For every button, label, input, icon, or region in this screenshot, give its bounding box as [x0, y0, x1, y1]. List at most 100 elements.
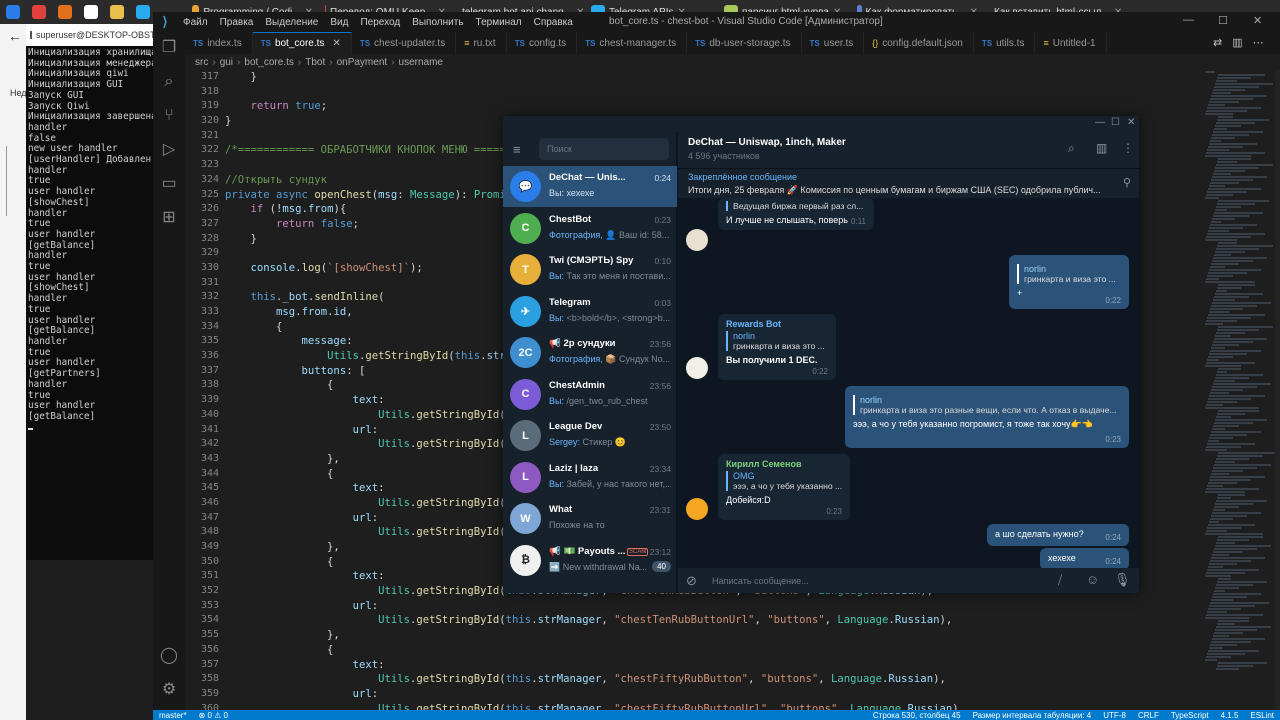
- breadcrumb-item[interactable]: Tbot: [305, 57, 325, 68]
- menu-item[interactable]: Выполнить: [406, 17, 469, 28]
- avatar[interactable]: [686, 498, 708, 520]
- code-token: this: [505, 614, 532, 627]
- breadcrumb-item[interactable]: bot_core.ts: [244, 57, 293, 68]
- app-icon[interactable]: [52, 0, 78, 24]
- message-bubble[interactable]: norlin гринкарта и виза это разные вещи, …: [845, 386, 1129, 448]
- message-bubble[interactable]: а шо сделать нужно? 0:24: [987, 524, 1129, 546]
- status-item[interactable]: Строка 530, столбец 45: [867, 711, 967, 720]
- more-actions-icon[interactable]: ⋯: [1253, 36, 1264, 49]
- status-item[interactable]: master*: [153, 711, 193, 720]
- chat-list-item[interactable]: T Twi (СМЭРТЬ) Spy 0:10 Вы: Так это меня и …: [503, 249, 677, 290]
- editor-tab[interactable]: ≡ Untitled-1: [1035, 32, 1107, 54]
- editor-tab[interactable]: TS utils.ts: [974, 32, 1036, 54]
- terminal-window[interactable]: superuser@DESKTOP-OBSTMP Инициализация х…: [26, 24, 153, 560]
- maximize-icon[interactable]: ☐: [1111, 117, 1120, 128]
- editor-tab[interactable]: TS config.ts: [507, 32, 578, 54]
- minimize-icon[interactable]: —: [1095, 117, 1105, 128]
- compare-icon[interactable]: ⇄: [1213, 36, 1222, 49]
- sidebar-toggle-icon[interactable]: ▥: [1096, 141, 1107, 155]
- editor-tab[interactable]: ≡ ru.txt: [456, 32, 507, 54]
- menu-item[interactable]: Вид: [324, 17, 354, 28]
- explorer-icon[interactable]: ❐: [159, 38, 179, 58]
- menu-item[interactable]: Выделение: [259, 17, 324, 28]
- remote-explorer-icon[interactable]: ▭: [159, 174, 179, 194]
- status-item[interactable]: CRLF: [1132, 711, 1165, 720]
- editor-scrollbar[interactable]: [1275, 70, 1280, 710]
- code-token: Utils: [378, 408, 410, 421]
- menu-item[interactable]: Переход: [354, 17, 406, 28]
- status-item[interactable]: UTF-8: [1097, 711, 1132, 720]
- search-input[interactable]: Поиск: [539, 138, 669, 160]
- minimize-icon[interactable]: —: [1183, 14, 1194, 26]
- editor-tab[interactable]: TS db-user-storage.ts: [687, 32, 802, 54]
- chat-list-item[interactable]: C ChestAdmin 23:56 Вы: /gen_two_rub_chest: [503, 374, 677, 415]
- split-editor-icon[interactable]: ▥: [1232, 36, 1242, 49]
- chat-list-item[interactable]: 2С 📢 2р сундуки 23:56 Фотография, 📦 Сундук …: [503, 332, 677, 373]
- breadcrumb-item[interactable]: username: [399, 57, 443, 68]
- minimap-line: [1211, 137, 1235, 139]
- status-item[interactable]: 4.1.5: [1215, 711, 1245, 720]
- gear-icon[interactable]: ⚙: [159, 680, 179, 700]
- hamburger-menu-icon[interactable]: ≡: [513, 142, 521, 157]
- chat-header[interactable]: DeChat — Uniswap, 1inch, Maker 4 596 уча…: [678, 132, 1139, 168]
- search-icon[interactable]: ⌕: [1068, 141, 1075, 156]
- chat-list-item[interactable]: W What 23:31 Похоже на то: [503, 498, 677, 539]
- close-icon[interactable]: ✕: [332, 38, 340, 49]
- editor-tab[interactable]: TS index.ts: [185, 32, 253, 54]
- run-debug-icon[interactable]: ▷: [159, 140, 179, 160]
- avatar[interactable]: [686, 229, 708, 251]
- message-bubble[interactable]: norlin гринкарта и виза это ... + 0:22: [1009, 255, 1129, 309]
- attach-icon[interactable]: ⊘: [686, 573, 697, 589]
- minimap-line: [1205, 155, 1251, 157]
- message-bubble[interactable]: Кирилл Семенов OMG эээ, а чо у тебя указа…: [718, 454, 850, 520]
- chat-list-item[interactable]: ✈ Telegram 0:03 Вы: <b>bold</b>, <strong>b.…: [503, 291, 677, 332]
- breadcrumb-item[interactable]: onPayment: [337, 57, 388, 68]
- source-control-icon[interactable]: ⑂: [159, 106, 179, 126]
- editor-tab[interactable]: TS bot_core.ts ✕: [252, 32, 352, 54]
- chat-list-item[interactable]: 💬 DeChat — Unis... 0:24 Вы: хехехе: [503, 166, 677, 207]
- editor-tab[interactable]: {} config.default.json: [864, 32, 974, 54]
- minimap[interactable]: [1205, 70, 1275, 710]
- message-input[interactable]: Написать сообщение...: [712, 576, 809, 586]
- menu-item[interactable]: Терминал: [470, 17, 528, 28]
- menu-item[interactable]: Файл: [177, 17, 214, 28]
- more-icon[interactable]: ⋮: [1122, 141, 1134, 155]
- app-icon[interactable]: [104, 0, 130, 24]
- status-bar: master* ⊗ 0 ⚠ 0 Строка 530, столбец 45 Разм…: [153, 710, 1280, 720]
- breadcrumb-item[interactable]: gui: [220, 57, 233, 68]
- chat-list-item[interactable]: C ChestBot 0:23 Фотография, 👤 Ваш id: 58...: [503, 208, 677, 249]
- microphone-icon[interactable]: 🎙: [1114, 572, 1131, 588]
- close-icon[interactable]: ✕: [1127, 117, 1135, 128]
- chat-list-item[interactable]: L League Dev 23:50 Sergey: Стикер 😊: [503, 415, 677, 456]
- maximize-icon[interactable]: ☐: [1218, 14, 1228, 27]
- status-item[interactable]: ESLint: [1244, 711, 1280, 720]
- message-bubble[interactable]: Ведущая биржа первый раз сл... И лучше н…: [718, 198, 874, 230]
- status-item[interactable]: TypeScript: [1165, 711, 1215, 720]
- close-icon[interactable]: ✕: [1253, 14, 1262, 27]
- avatar[interactable]: [686, 357, 708, 379]
- search-icon[interactable]: ⌕: [159, 72, 179, 92]
- app-icon[interactable]: [0, 0, 26, 24]
- bot-commands-icon[interactable]: ⧸: [1058, 573, 1062, 588]
- extensions-icon[interactable]: ⊞: [159, 208, 179, 228]
- status-item[interactable]: ⊗ 0 ⚠ 0: [193, 711, 234, 720]
- chat-list-item[interactable]: ₿ 📢 💵 Payouts ... 23:12 ➡️ New withdrawal N…: [503, 540, 677, 581]
- menu-item[interactable]: Правка: [214, 17, 260, 28]
- message-bubble[interactable]: Rewards Bot norlin гринкарта и виза это .…: [718, 314, 836, 380]
- editor-tab[interactable]: TS user.ts: [802, 32, 865, 54]
- status-item[interactable]: Размер интервала табуляции: 4: [967, 711, 1098, 720]
- app-icon[interactable]: [78, 0, 104, 24]
- editor-tab[interactable]: TS chest-manager.ts: [577, 32, 688, 54]
- menu-item[interactable]: Справка: [528, 17, 579, 28]
- editor-tab[interactable]: TS chest-updater.ts: [352, 32, 457, 54]
- message-bubble[interactable]: хехехе 0:24: [1040, 548, 1129, 568]
- pinned-message[interactable]: Закреплённое сообщение Итоги дня, 25 фев…: [678, 168, 1139, 198]
- emoji-icon[interactable]: ☺: [1086, 572, 1099, 587]
- message-list[interactable]: Ведущая биржа первый раз сл... И лучше н…: [678, 198, 1139, 568]
- breadcrumb-item[interactable]: src: [195, 57, 208, 68]
- chat-list-item[interactable]: L Laziz | laza 23:34 Вы: Забей, у нас таког…: [503, 457, 677, 498]
- app-icon[interactable]: [26, 0, 52, 24]
- back-arrow-icon[interactable]: ←: [8, 28, 22, 44]
- account-icon[interactable]: ◯: [159, 646, 179, 666]
- pinned-list-icon[interactable]: ⚲: [1123, 176, 1131, 189]
